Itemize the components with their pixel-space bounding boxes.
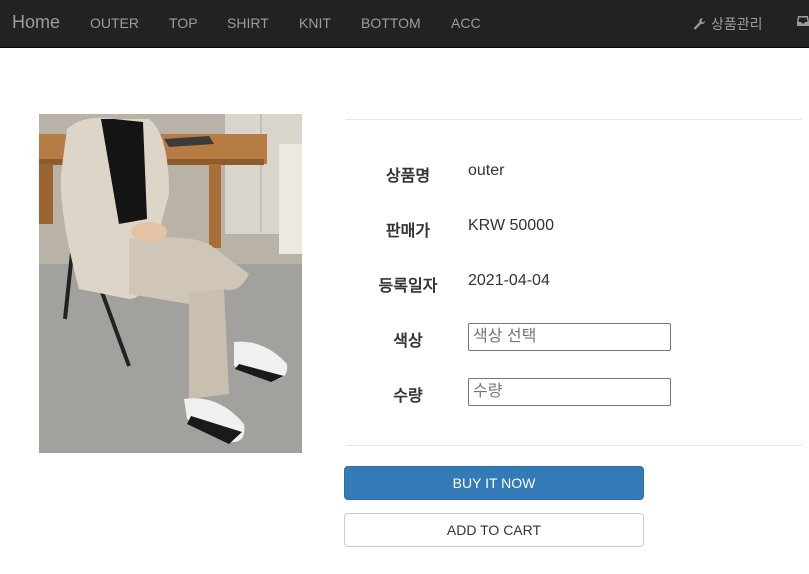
nav-item-outer[interactable]: OUTER — [90, 15, 139, 31]
product-admin-label: 상품관리 — [711, 16, 763, 32]
inbox-icon[interactable] — [796, 14, 809, 28]
nav-item-knit[interactable]: KNIT — [299, 15, 331, 31]
product-name: outer — [468, 162, 505, 179]
nav-item-top[interactable]: TOP — [169, 15, 198, 31]
price-label: 판매가 — [385, 223, 431, 240]
wrench-icon — [693, 17, 707, 31]
table-bottom-divider — [346, 445, 802, 446]
product-price: KRW 50000 — [468, 217, 554, 234]
top-navbar: Home OUTER TOP SHIRT KNIT BOTTOM ACC 상품관… — [0, 0, 809, 48]
name-label: 상품명 — [385, 168, 431, 185]
add-to-cart-button[interactable]: ADD TO CART — [344, 513, 644, 547]
nav-item-shirt[interactable]: SHIRT — [227, 15, 269, 31]
quantity-label: 수량 — [393, 388, 423, 405]
product-image — [39, 114, 302, 453]
color-select-input[interactable] — [468, 323, 671, 351]
registration-date: 2021-04-04 — [468, 272, 550, 289]
buy-now-button[interactable]: BUY IT NOW — [344, 466, 644, 500]
nav-item-acc[interactable]: ACC — [451, 15, 481, 31]
product-admin-link[interactable]: 상품관리 — [693, 14, 763, 34]
date-label: 등록일자 — [378, 278, 438, 295]
color-label: 색상 — [393, 333, 423, 350]
nav-item-bottom[interactable]: BOTTOM — [361, 15, 421, 31]
quantity-input[interactable] — [468, 378, 671, 406]
home-link[interactable]: Home — [12, 12, 60, 33]
table-top-divider — [346, 119, 802, 120]
